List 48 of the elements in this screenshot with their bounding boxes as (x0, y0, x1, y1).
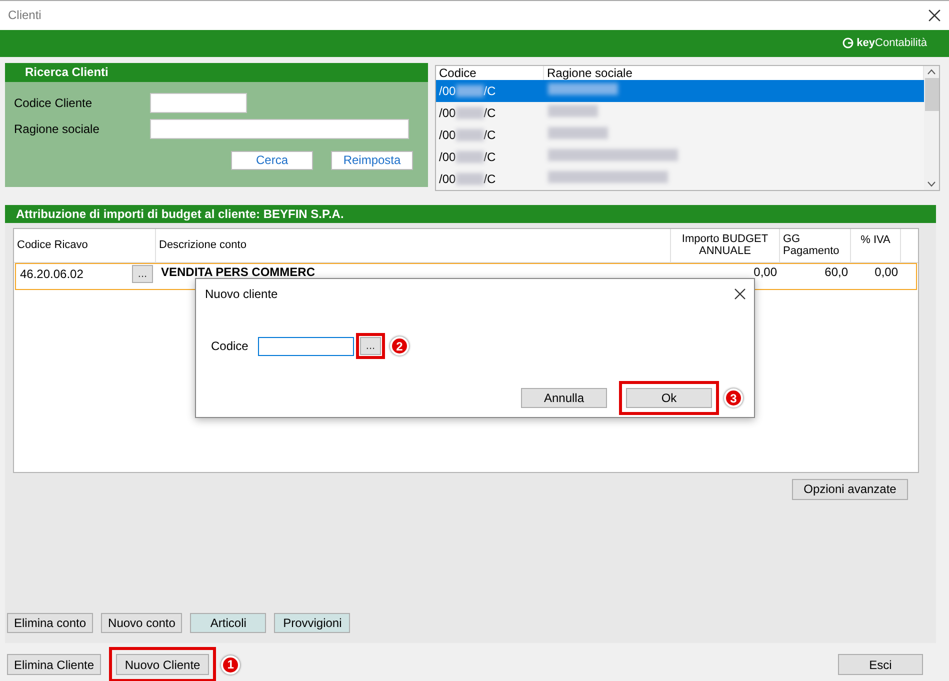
table-cell: VENDITA PERS COMMERC (161, 264, 316, 279)
input-field[interactable] (150, 92, 247, 113)
scroll-thumb[interactable] (924, 78, 938, 111)
dialog-button[interactable]: Annulla (521, 388, 607, 408)
account-button[interactable]: Elimina conto (7, 613, 94, 633)
close-icon[interactable] (734, 288, 746, 300)
account-button[interactable]: Nuovo conto (101, 613, 182, 633)
browse-button[interactable]: ... (360, 337, 381, 355)
list-row[interactable]: /00 /C (436, 168, 924, 190)
close-icon[interactable] (928, 8, 941, 22)
input-field[interactable] (150, 118, 409, 139)
search-button[interactable]: Cerca (231, 150, 313, 170)
dialog-title: Nuovo cliente (205, 287, 278, 301)
window-title: Clienti (8, 8, 42, 22)
table-cell: 60,0 (824, 264, 848, 279)
column-header[interactable]: GG Pagamento (780, 228, 851, 262)
panel-title: Ricerca Clienti (5, 62, 428, 82)
step-badge: 2 (390, 336, 409, 356)
dialog-button[interactable]: Ok (626, 388, 712, 408)
table-cell: 0,00 (874, 264, 898, 279)
column-header[interactable]: Importo BUDGET ANNUALE (671, 228, 780, 262)
column-header[interactable]: Codice Ricavo (14, 228, 156, 262)
brand-name: keyContabilità (856, 37, 927, 50)
column-header[interactable]: % IVA (851, 228, 901, 262)
table-cell: 46.20.06.02 (20, 266, 84, 281)
client-button[interactable]: Elimina Cliente (7, 654, 102, 675)
step-badge: 1 (221, 655, 240, 674)
client-button[interactable]: Nuovo Cliente (116, 654, 210, 675)
input-field[interactable] (258, 336, 354, 356)
logo-icon (842, 37, 854, 50)
table-cell: 0,00 (754, 264, 777, 279)
list-row[interactable]: /00 /C (436, 146, 924, 168)
account-button[interactable]: Provvigioni (274, 613, 350, 633)
browse-button[interactable]: ... (132, 264, 153, 283)
exit-button[interactable]: Esci (838, 654, 923, 675)
step-badge: 3 (724, 388, 743, 408)
field-label: Codice (211, 339, 250, 353)
scrollbar[interactable] (924, 66, 939, 190)
list-row[interactable]: /00 /C (436, 102, 924, 124)
list-row[interactable]: /00 /C (436, 124, 924, 146)
section-title: Attribuzione di importi di budget al cliente: BEYFIN S.P.A. (5, 204, 936, 223)
account-button[interactable]: Articoli (190, 613, 266, 633)
column-header[interactable]: Descrizione conto (156, 228, 671, 262)
field-label: Ragione sociale (14, 122, 100, 136)
list-row[interactable]: /00 /C (436, 80, 924, 102)
search-button[interactable]: Reimposta (331, 150, 413, 170)
advanced-options-button[interactable]: Opzioni avanzate (792, 478, 908, 500)
field-label: Codice Cliente (14, 96, 94, 110)
